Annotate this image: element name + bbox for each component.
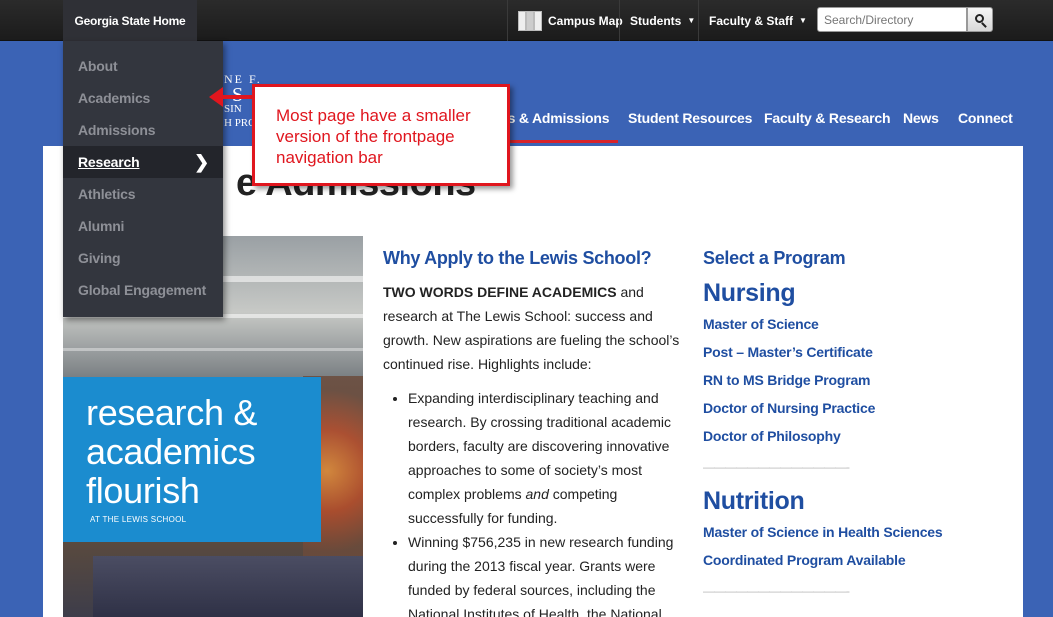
highlights-list: Expanding interdisciplinary teaching and… [383,386,683,617]
dropdown-item-giving[interactable]: Giving [63,242,223,274]
georgia-state-home-dropdown: About Academics Admissions Research ❯ Ath… [63,41,223,317]
active-nav-indicator [500,140,618,143]
campus-map-link[interactable]: Campus Map [507,0,633,41]
why-apply-section: Why Apply to the Lewis School? TWO WORDS… [383,246,683,617]
why-apply-heading: Why Apply to the Lewis School? [383,248,652,268]
map-icon [518,10,542,31]
students-menu[interactable]: Students ▼ [619,0,705,41]
search-directory-input[interactable] [817,7,967,32]
students-seating [93,556,363,617]
nav-student-resources[interactable]: Student Resources [628,110,752,138]
list-item: Winning $756,235 in new research funding… [408,530,683,617]
chevron-down-icon: ▼ [799,16,807,25]
dropdown-item-admissions[interactable]: Admissions [63,114,223,146]
annotation-callout: Most page have a smaller version of the … [252,84,510,186]
promo-line-3: flourish [86,470,200,511]
divider: —————————————- [703,584,850,598]
arrow-left-icon [209,87,223,107]
divider: —————————————- [703,460,850,474]
georgia-state-home-button[interactable]: Georgia State Home [63,0,197,41]
school-logo-fragment: SIN [224,103,242,115]
faculty-staff-menu[interactable]: Faculty & Staff ▼ [698,0,817,41]
dropdown-item-alumni[interactable]: Alumni [63,210,223,242]
intro-paragraph: TWO WORDS DEFINE ACADEMICS and research … [383,284,680,372]
annotation-arrow [218,95,254,99]
utility-bar: Georgia State Home Campus Map Students ▼ … [0,0,1053,41]
program-link[interactable]: Doctor of Nursing Practice [703,394,1023,422]
dropdown-item-about[interactable]: About [63,50,223,82]
program-link[interactable]: RN to MS Bridge Program [703,366,1023,394]
list-item: Expanding interdisciplinary teaching and… [408,386,683,530]
promo-line-1: research & [86,392,258,433]
dropdown-item-athletics[interactable]: Athletics [63,178,223,210]
program-link[interactable]: Post – Master’s Certificate [703,338,1023,366]
nav-news[interactable]: News [903,110,939,138]
nav-faculty-research[interactable]: Faculty & Research [764,110,891,138]
nutrition-heading[interactable]: Nutrition [703,484,1023,518]
select-program-heading: Select a Program [703,248,846,268]
program-link[interactable]: Master of Science [703,310,1023,338]
dropdown-item-global-engagement[interactable]: Global Engagement [63,274,223,306]
dropdown-item-academics[interactable]: Academics [63,82,223,114]
nav-connect[interactable]: Connect [958,110,1013,138]
chevron-right-icon: ❯ [194,152,209,172]
program-link[interactable]: Doctor of Philosophy [703,422,1023,450]
nursing-heading[interactable]: Nursing [703,276,1023,310]
promo-line-2: academics [86,431,256,472]
chevron-down-icon: ▼ [687,16,696,25]
search-button[interactable] [967,7,993,32]
program-selector: Select a Program Nursing Master of Scien… [703,246,1023,606]
promo-subtitle: AT THE LEWIS SCHOOL [90,515,187,524]
program-link[interactable]: Master of Science in Health Sciences [703,518,1023,546]
program-link[interactable]: Coordinated Program Available [703,546,1023,574]
dropdown-item-research[interactable]: Research ❯ [63,146,223,178]
promo-card: research & academics flourish AT THE LEW… [63,377,321,542]
nav-academics-admissions[interactable]: cs & Admissions [500,110,609,138]
